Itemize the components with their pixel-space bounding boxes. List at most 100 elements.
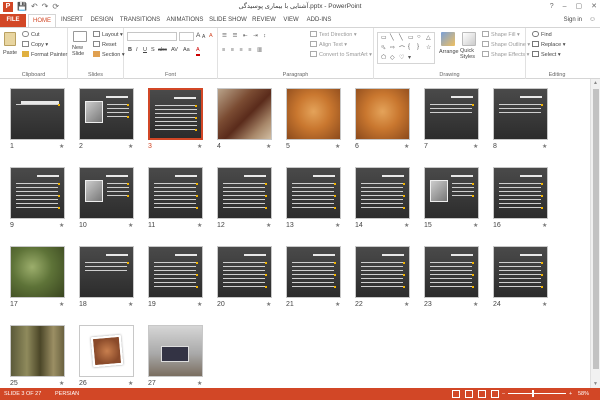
format-painter-button[interactable]: Format Painter [22, 51, 67, 59]
slide-thumbnail-21[interactable]: 21 ★ [286, 246, 343, 310]
slide-preview[interactable] [148, 88, 203, 140]
transition-star-icon[interactable]: ★ [542, 222, 547, 229]
slide-preview[interactable] [148, 167, 203, 219]
slide-thumbnail-17[interactable]: 17 ★ [10, 246, 67, 310]
slide-thumbnail-2[interactable]: 2 ★ [79, 88, 136, 152]
slide-preview[interactable] [424, 88, 479, 140]
new-slide-icon[interactable] [73, 31, 87, 42]
close-icon[interactable]: ✕ [591, 1, 597, 12]
arrow-shape-icon[interactable]: ⬁ [381, 44, 386, 51]
tab-view[interactable]: VIEW [280, 14, 302, 27]
transition-star-icon[interactable]: ★ [542, 143, 547, 150]
transition-star-icon[interactable]: ★ [335, 301, 340, 308]
shape-outline-button[interactable]: Shape Outline ▾ [482, 41, 530, 49]
transition-star-icon[interactable]: ★ [266, 222, 271, 229]
scroll-up-icon[interactable]: ▲ [593, 80, 598, 86]
slide-preview[interactable] [10, 88, 65, 140]
font-color-button[interactable]: A [196, 46, 200, 56]
slide-thumbnail-9[interactable]: 9 ★ [10, 167, 67, 231]
slide-preview[interactable] [79, 325, 134, 377]
transition-star-icon[interactable]: ★ [473, 143, 478, 150]
transition-star-icon[interactable]: ★ [128, 380, 133, 387]
italic-button[interactable]: I [136, 46, 138, 54]
reading-view-icon[interactable] [478, 390, 486, 398]
replace-button[interactable]: Replace ▾ [532, 41, 565, 49]
slide-preview[interactable] [79, 167, 134, 219]
slide-show-view-icon[interactable] [491, 390, 499, 398]
transition-star-icon[interactable]: ★ [128, 143, 133, 150]
transition-star-icon[interactable]: ★ [59, 301, 64, 308]
tab-add-ins[interactable]: ADD-INS [304, 14, 334, 27]
slide-preview[interactable] [10, 167, 65, 219]
slide-preview[interactable] [10, 325, 65, 377]
slide-thumbnail-19[interactable]: 19 ★ [148, 246, 205, 310]
transition-star-icon[interactable]: ★ [473, 301, 478, 308]
slide-thumbnail-12[interactable]: 12 ★ [217, 167, 274, 231]
more-shapes-icon[interactable]: ▾ [408, 54, 411, 61]
shadow-button[interactable]: S [151, 46, 155, 54]
quick-styles-button[interactable]: Quick Styles [460, 48, 478, 60]
transition-star-icon[interactable]: ★ [197, 222, 202, 229]
minimize-icon[interactable]: – [563, 1, 567, 12]
slide-preview[interactable] [424, 167, 479, 219]
alignment-buttons[interactable]: ≡ ≡ ≡ ≡ ▥ [222, 46, 264, 54]
slide-thumbnail-6[interactable]: 6 ★ [355, 88, 412, 152]
language-indicator[interactable]: PERSIAN [55, 388, 79, 400]
transition-star-icon[interactable]: ★ [197, 380, 202, 387]
diamond-shape-icon[interactable]: ◇ [390, 54, 395, 61]
zoom-slider-thumb[interactable] [532, 390, 534, 397]
slide-preview[interactable] [10, 246, 65, 298]
slide-thumbnail-4[interactable]: 4 ★ [217, 88, 274, 152]
brace-close-shape-icon[interactable]: } [417, 44, 419, 50]
slide-thumbnail-10[interactable]: 10 ★ [79, 167, 136, 231]
align-text-button[interactable]: Align Text ▾ [310, 41, 347, 49]
tab-slide-show[interactable]: SLIDE SHOW [208, 14, 248, 27]
slide-thumbnail-1[interactable]: 1 ★ [10, 88, 67, 152]
transition-star-icon[interactable]: ★ [404, 301, 409, 308]
strikethrough-button[interactable]: abc [158, 46, 167, 54]
shrink-font-button[interactable]: A [202, 33, 205, 41]
star-shape-icon[interactable]: ☆ [426, 44, 431, 51]
grow-font-button[interactable]: A [196, 32, 200, 40]
slide-preview[interactable] [217, 88, 272, 140]
slide-preview[interactable] [424, 246, 479, 298]
select-button[interactable]: Select ▾ [532, 51, 561, 59]
paste-icon[interactable] [4, 32, 16, 46]
quick-styles-icon[interactable] [462, 32, 476, 46]
slide-preview[interactable] [79, 88, 134, 140]
slide-thumbnail-26[interactable]: 26 ★ [79, 325, 136, 389]
slide-thumbnail-25[interactable]: 25 ★ [10, 325, 67, 389]
triangle-shape-icon[interactable]: △ [426, 34, 431, 41]
copy-button[interactable]: Copy ▾ [22, 41, 48, 49]
slide-preview[interactable] [355, 246, 410, 298]
transition-star-icon[interactable]: ★ [542, 301, 547, 308]
slide-preview[interactable] [493, 88, 548, 140]
layout-button[interactable]: Layout ▾ [93, 31, 123, 39]
scroll-down-icon[interactable]: ▼ [593, 381, 598, 387]
zoom-in-button[interactable]: + [569, 388, 572, 400]
font-name-combo[interactable] [127, 32, 177, 41]
underline-button[interactable]: U [143, 46, 147, 54]
slide-sorter-view-icon[interactable] [465, 390, 473, 398]
shapes-gallery[interactable]: ▭ ╲ ╲ ▭ ○ △ ⬁ ⇨ ⌒ { } ☆ ⬠ ◇ ♡ ▾ [377, 32, 435, 64]
tab-design[interactable]: DESIGN [88, 14, 116, 27]
new-slide-button[interactable]: New Slide [72, 45, 90, 57]
text-direction-button[interactable]: Text Direction ▾ [310, 31, 357, 39]
heart-shape-icon[interactable]: ♡ [399, 54, 404, 61]
slide-thumbnail-3[interactable]: 3 ★ [148, 88, 205, 152]
slide-preview[interactable] [79, 246, 134, 298]
transition-star-icon[interactable]: ★ [335, 143, 340, 150]
list-buttons[interactable]: ☰ ☰ ⇤ ⇥ ↕ [222, 32, 268, 40]
reset-button[interactable]: Reset [93, 41, 116, 49]
transition-star-icon[interactable]: ★ [473, 222, 478, 229]
transition-star-icon[interactable]: ★ [197, 143, 202, 150]
slide-thumbnail-24[interactable]: 24 ★ [493, 246, 550, 310]
shape-effects-button[interactable]: Shape Effects ▾ [482, 51, 529, 59]
bold-button[interactable]: B [128, 46, 132, 54]
paste-button[interactable]: Paste [3, 49, 17, 57]
change-case-button[interactable]: Aa [183, 46, 190, 54]
tab-home[interactable]: HOME [28, 14, 56, 27]
slide-thumbnail-15[interactable]: 15 ★ [424, 167, 481, 231]
slide-thumbnail-8[interactable]: 8 ★ [493, 88, 550, 152]
find-button[interactable]: Find [532, 31, 552, 39]
